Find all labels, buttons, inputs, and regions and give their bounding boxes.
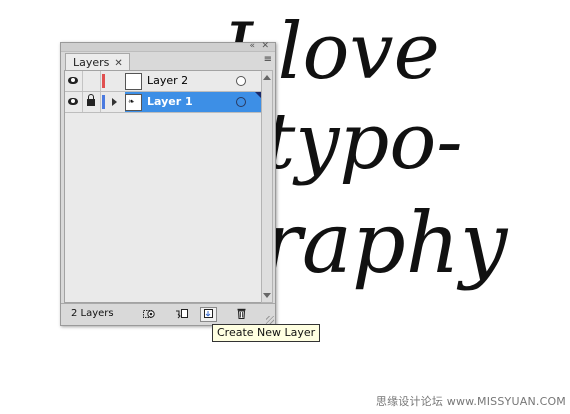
eye-icon: [68, 77, 78, 84]
watermark: 思缘设计论坛 www.MISSYUAN.COM: [375, 395, 566, 408]
panel-title-bar[interactable]: « ✕: [61, 41, 275, 52]
panel-tab-row: Layers ✕ ≡: [61, 52, 275, 71]
make-clipping-mask-button[interactable]: [141, 307, 158, 322]
layer-row[interactable]: Layer 2: [65, 71, 261, 92]
layer-thumbnail: ❧: [125, 94, 142, 111]
collapse-panel-icon[interactable]: «: [249, 41, 255, 51]
expand-triangle-icon[interactable]: [112, 98, 117, 106]
tab-layers[interactable]: Layers ✕: [65, 53, 130, 71]
layers-list: Layer 2 ❧ Layer 1: [64, 70, 262, 303]
layer-color-indicator: [102, 74, 105, 88]
target-icon[interactable]: [236, 76, 246, 86]
lock-toggle[interactable]: [83, 92, 101, 112]
visibility-toggle[interactable]: [65, 92, 83, 112]
clipping-mask-icon: [143, 310, 155, 318]
create-new-layer-button[interactable]: [200, 307, 217, 322]
target-icon[interactable]: [236, 97, 246, 107]
thumbnail-art: ❧: [128, 97, 135, 106]
layers-scrollbar[interactable]: [261, 70, 273, 303]
artwork-line-2: typo-: [264, 97, 463, 187]
scroll-up-icon[interactable]: [263, 75, 271, 80]
layer-count: 2 Layers: [71, 308, 114, 319]
layer-name[interactable]: Layer 2: [147, 74, 188, 88]
layer-color-indicator: [102, 95, 105, 109]
tooltip: Create New Layer: [212, 324, 321, 342]
layer-name[interactable]: Layer 1: [147, 95, 193, 109]
tab-layers-label: Layers: [73, 56, 110, 69]
layers-panel: « ✕ Layers ✕ ≡ Layer 2 ❧ Layer 1 2 Layer…: [60, 41, 276, 326]
lock-icon: [87, 94, 95, 106]
close-panel-icon[interactable]: ✕: [261, 41, 269, 51]
new-sublayer-icon: [176, 309, 188, 319]
delete-layer-button[interactable]: [233, 307, 250, 322]
create-new-sublayer-button[interactable]: [173, 307, 190, 322]
scroll-down-icon[interactable]: [263, 293, 271, 298]
lock-toggle[interactable]: [83, 71, 101, 91]
eye-icon: [68, 98, 78, 105]
resize-grip[interactable]: [266, 316, 274, 324]
tab-close-icon[interactable]: ✕: [114, 58, 122, 69]
layer-row[interactable]: ❧ Layer 1: [65, 92, 261, 113]
layer-thumbnail: [125, 73, 142, 90]
panel-menu-icon[interactable]: ≡: [264, 54, 272, 66]
trash-icon: [237, 308, 246, 319]
visibility-toggle[interactable]: [65, 71, 83, 91]
panel-footer: 2 Layers: [61, 303, 275, 325]
new-layer-icon: [204, 309, 213, 318]
